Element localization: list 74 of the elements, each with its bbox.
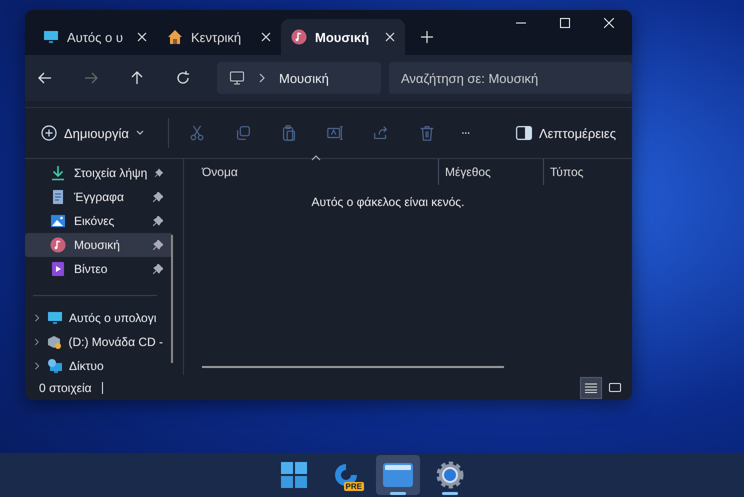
sidebar-item[interactable]: Βίντεο xyxy=(25,257,173,281)
network-icon xyxy=(47,358,63,374)
column-header[interactable]: Μέγεθος xyxy=(438,159,543,185)
running-indicator xyxy=(442,492,458,495)
chevron-icon[interactable] xyxy=(33,338,40,346)
sidebar-item[interactable]: Μουσική xyxy=(25,233,173,257)
picture-icon xyxy=(50,213,66,229)
pin-icon xyxy=(153,240,163,250)
new-tab-icon[interactable] xyxy=(421,31,433,43)
disc-drive-icon xyxy=(46,334,62,350)
plus-icon xyxy=(41,125,57,141)
close-icon[interactable] xyxy=(261,32,271,42)
up-arrow-icon[interactable] xyxy=(129,70,145,86)
sidebar-item[interactable]: Έγγραφα xyxy=(25,185,173,209)
item-count: 0 στοιχεία xyxy=(39,380,92,394)
close-icon[interactable] xyxy=(385,32,395,42)
more-options-icon[interactable] xyxy=(462,131,470,135)
monitor-icon xyxy=(47,310,63,326)
running-indicator xyxy=(390,492,406,495)
cut-icon xyxy=(188,124,206,142)
file-explorer-button[interactable] xyxy=(376,455,420,495)
pin-icon xyxy=(153,216,163,226)
chevron-icon[interactable] xyxy=(33,362,41,370)
tab[interactable]: Κεντρική xyxy=(157,19,281,55)
details-pane-icon xyxy=(516,126,532,140)
copilot-app-button[interactable]: PRE xyxy=(324,455,368,495)
sidebar-item[interactable]: Δίκτυο xyxy=(25,354,173,378)
video-icon xyxy=(50,261,66,277)
close-icon[interactable] xyxy=(604,18,614,28)
gear-icon xyxy=(436,461,464,489)
refresh-icon[interactable] xyxy=(175,70,191,86)
breadcrumb-item[interactable]: Μουσική xyxy=(279,70,329,86)
music-note-icon xyxy=(50,237,66,253)
sidebar-item[interactable]: Εικόνες xyxy=(25,209,173,233)
search-field[interactable]: Αναζήτηση σε: Μουσική xyxy=(389,62,632,94)
maximize-icon[interactable] xyxy=(560,18,570,28)
close-icon[interactable] xyxy=(137,32,147,42)
tab[interactable]: Αυτός ο υ xyxy=(33,19,157,55)
new-button[interactable]: Δημιουργία xyxy=(35,121,150,145)
sidebar-item[interactable]: Αυτός ο υπολογι xyxy=(25,306,173,330)
chevron-right-icon xyxy=(259,73,265,83)
home-icon xyxy=(167,29,183,45)
sort-caret-icon xyxy=(311,155,321,161)
chevron-icon[interactable] xyxy=(33,314,41,322)
details-view-button[interactable] xyxy=(580,376,602,398)
windows-logo-icon xyxy=(281,462,307,488)
list-view-icon xyxy=(585,382,597,392)
pin-icon xyxy=(155,168,163,178)
preview-badge: PRE xyxy=(344,482,364,491)
details-pane-button[interactable]: Λεπτομέρειες xyxy=(510,122,622,144)
tile-view-icon xyxy=(609,382,621,392)
monitor-icon xyxy=(43,29,59,45)
empty-folder-message: Αυτός ο φάκελος είναι κενός. xyxy=(310,195,466,209)
music-note-icon xyxy=(291,29,307,45)
forward-arrow-icon[interactable] xyxy=(83,70,99,86)
rename-icon xyxy=(326,124,344,142)
delete-icon xyxy=(418,124,436,142)
tab[interactable]: Μουσική xyxy=(281,19,405,55)
address-bar[interactable]: Μουσική xyxy=(217,62,381,94)
scrollbar-thumb[interactable] xyxy=(171,235,173,363)
column-header[interactable]: Τύπος xyxy=(543,159,632,185)
back-arrow-icon[interactable] xyxy=(37,70,53,86)
copy-icon xyxy=(234,124,252,142)
column-header[interactable]: Όνομα xyxy=(184,159,438,185)
folder-icon xyxy=(383,463,413,487)
document-icon xyxy=(50,189,66,205)
sidebar-item[interactable]: (D:) Μονάδα CD - xyxy=(25,330,173,354)
chevron-down-icon xyxy=(136,130,144,136)
sidebar-item[interactable]: Στοιχεία λήψη xyxy=(25,161,173,185)
scrollbar-thumb[interactable] xyxy=(202,366,504,368)
pin-icon xyxy=(153,264,163,274)
pin-icon xyxy=(153,192,163,202)
monitor-icon xyxy=(229,70,245,86)
download-icon xyxy=(50,165,66,181)
